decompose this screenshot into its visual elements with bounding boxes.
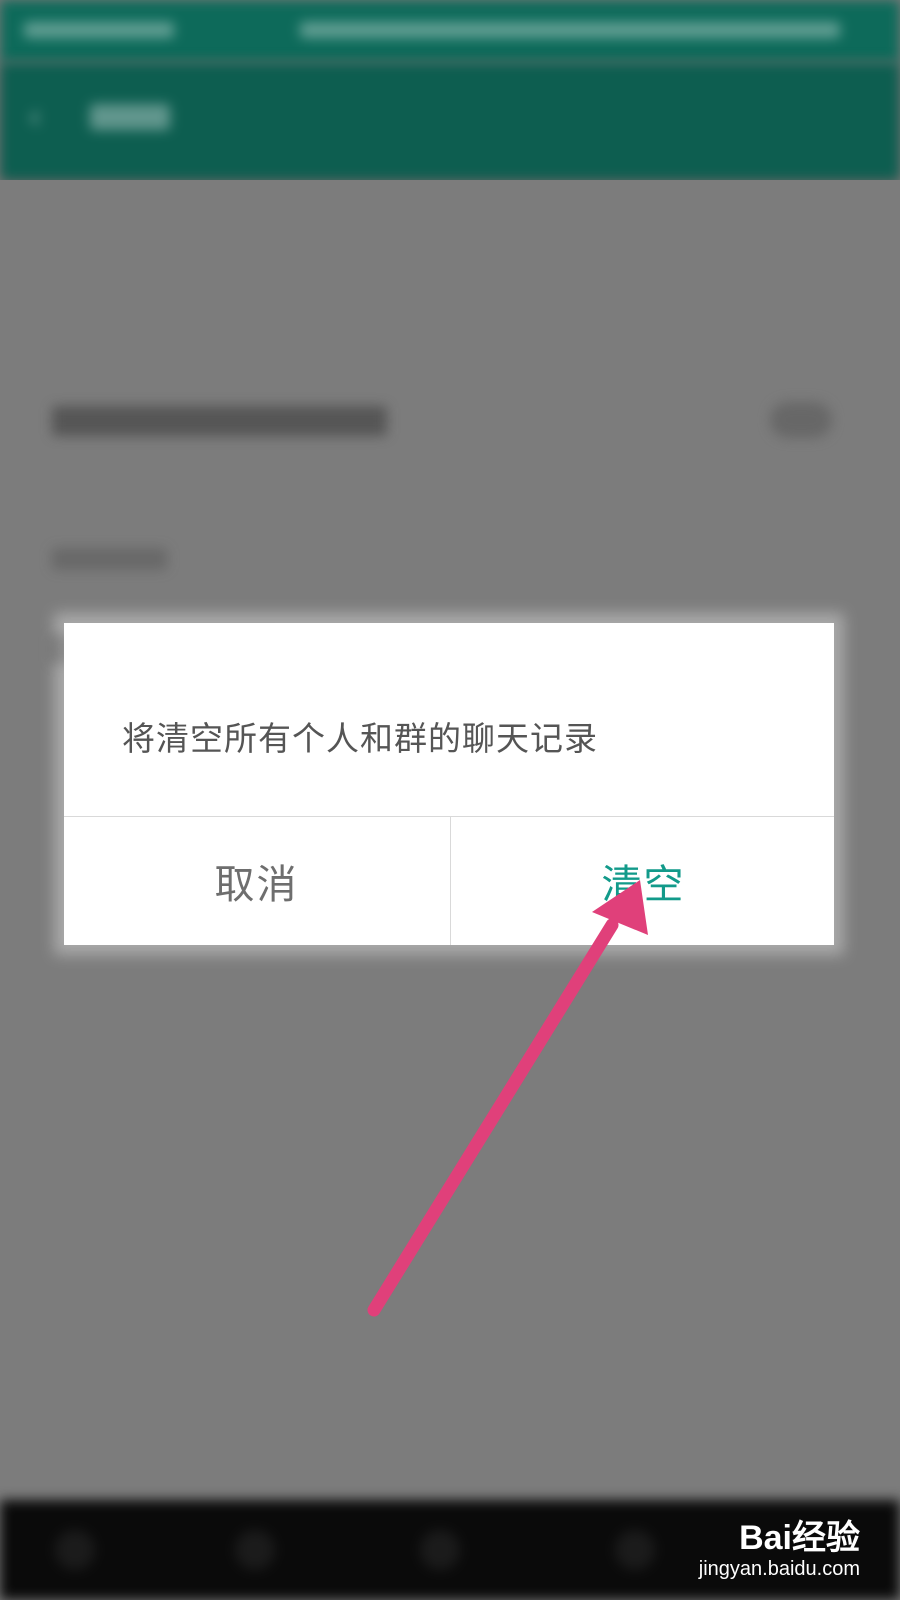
cancel-button[interactable]: 取消: [64, 817, 449, 945]
confirm-clear-dialog: 将清空所有个人和群的聊天记录 取消 清空: [64, 623, 834, 945]
nav-recent-icon: [615, 1530, 655, 1570]
baidu-jingyan-watermark: Bai经验 jingyan.baidu.com: [660, 1500, 860, 1590]
toggle-switch: [770, 402, 832, 438]
watermark-url: jingyan.baidu.com: [698, 1558, 860, 1580]
watermark-logo: Bai经验: [739, 1519, 860, 1557]
setting-row-title: [52, 406, 387, 436]
header-title: [90, 104, 170, 130]
section-label: [52, 548, 167, 570]
nav-home-icon: [420, 1530, 460, 1570]
clear-button[interactable]: 清空: [451, 817, 836, 945]
nav-back-icon: [235, 1530, 275, 1570]
nav-menu-icon: [55, 1530, 95, 1570]
back-arrow-icon: ‹: [28, 97, 42, 137]
app-header: ‹: [0, 62, 900, 180]
status-bar: [0, 0, 900, 62]
dialog-message: 将清空所有个人和群的聊天记录: [122, 719, 598, 758]
